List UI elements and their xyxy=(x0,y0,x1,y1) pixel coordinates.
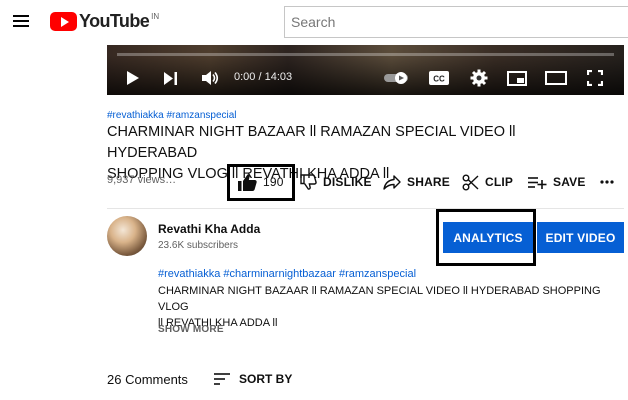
channel-name[interactable]: Revathi Kha Adda xyxy=(158,222,260,236)
video-hashtags[interactable]: #revathiakka #ramzanspecial xyxy=(107,110,237,121)
divider xyxy=(107,208,624,209)
channel-avatar[interactable] xyxy=(107,216,147,256)
clip-label: CLIP xyxy=(485,175,514,189)
analytics-highlight-box xyxy=(436,209,536,266)
country-code: IN xyxy=(151,12,160,21)
logo-text: YouTube xyxy=(79,11,150,31)
hamburger-menu-icon[interactable] xyxy=(13,15,29,27)
like-highlight-box xyxy=(227,164,295,201)
clip-button[interactable]: CLIP xyxy=(462,170,513,194)
save-label: SAVE xyxy=(553,175,586,189)
time-display: 0:00 / 14:03 xyxy=(234,71,293,83)
description-line-2: ll REVATHI KHA ADDA ll xyxy=(158,317,278,329)
settings-gear-icon[interactable] xyxy=(467,65,491,91)
view-count[interactable]: 9,937 views… xyxy=(107,174,176,186)
autoplay-toggle-icon[interactable] xyxy=(383,65,411,91)
miniplayer-icon[interactable] xyxy=(505,65,529,91)
comments-count: 26 Comments xyxy=(107,372,188,387)
show-more-button[interactable]: SHOW MORE xyxy=(158,324,224,335)
top-bar: YouTube IN xyxy=(0,0,628,46)
scissors-icon xyxy=(462,174,479,190)
share-label: SHARE xyxy=(407,175,451,189)
playlist-add-icon xyxy=(528,176,547,189)
youtube-logo[interactable]: YouTube IN xyxy=(50,10,159,32)
volume-icon[interactable] xyxy=(199,65,221,91)
youtube-play-logo-icon xyxy=(50,12,77,31)
search-box[interactable] xyxy=(284,6,628,38)
more-horizontal-icon xyxy=(600,180,614,184)
description-line-1: CHARMINAR NIGHT BAZAAR ll RAMAZAN SPECIA… xyxy=(158,285,601,313)
captions-icon[interactable]: CC xyxy=(427,65,451,91)
player-controls: 0:00 / 14:03 CC xyxy=(107,65,624,91)
edit-video-button[interactable]: EDIT VIDEO xyxy=(537,222,624,253)
svg-text:CC: CC xyxy=(433,75,445,84)
sort-by-label: SORT BY xyxy=(239,372,293,386)
sort-icon xyxy=(214,373,230,385)
progress-bar[interactable] xyxy=(117,53,614,56)
video-title-line-1: CHARMINAR NIGHT BAZAAR ll RAMAZAN SPECIA… xyxy=(107,124,516,161)
video-player[interactable]: 0:00 / 14:03 CC xyxy=(107,45,624,95)
subscriber-count: 23.6K subscribers xyxy=(158,240,239,251)
description-hashtags[interactable]: #revathiakka #charminarnightbazaar #ramz… xyxy=(158,268,416,280)
dislike-label: DISLIKE xyxy=(323,175,372,189)
description-text: CHARMINAR NIGHT BAZAAR ll RAMAZAN SPECIA… xyxy=(158,283,628,331)
fullscreen-icon[interactable] xyxy=(583,65,607,91)
thumbs-down-icon xyxy=(300,174,317,190)
more-actions-button[interactable] xyxy=(600,170,620,194)
search-input[interactable] xyxy=(285,7,628,37)
save-button[interactable]: SAVE xyxy=(528,170,586,194)
sort-by-button[interactable]: SORT BY xyxy=(214,369,292,389)
dislike-button[interactable]: DISLIKE xyxy=(300,170,372,194)
theater-mode-icon[interactable] xyxy=(543,65,569,91)
share-arrow-icon xyxy=(383,174,401,190)
play-icon[interactable] xyxy=(123,65,143,91)
share-button[interactable]: SHARE xyxy=(383,170,450,194)
next-icon[interactable] xyxy=(161,65,181,91)
